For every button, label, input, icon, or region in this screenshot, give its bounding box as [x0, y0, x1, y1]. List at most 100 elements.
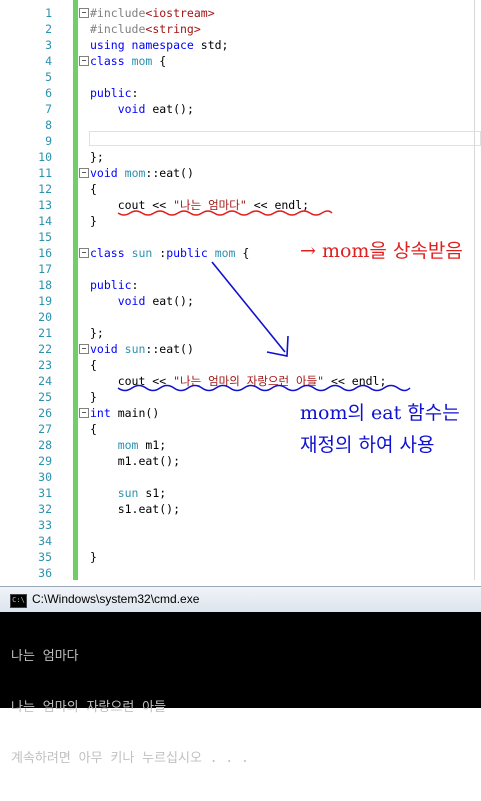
code-token: sun	[124, 342, 146, 356]
code-line[interactable]: 30	[0, 469, 481, 485]
line-number: 35	[38, 550, 52, 564]
console-window[interactable]: C:\ C:\Windows\system32\cmd.exe 나는 엄마다 나…	[0, 586, 481, 766]
line-number: 1	[45, 6, 52, 20]
line-number: 23	[38, 358, 52, 372]
code-line[interactable]: 9	[0, 133, 481, 149]
code-line[interactable]: 8	[0, 117, 481, 133]
code-line[interactable]: 26 − int main()	[0, 405, 481, 421]
code-text: cout << "나는 엄마다" << endl;	[90, 197, 309, 213]
line-number: 24	[38, 374, 52, 388]
code-editor[interactable]: 1− #include<iostream> 2 #include<string> 3 us…	[0, 0, 481, 580]
code-line[interactable]: 12 {	[0, 181, 481, 197]
code-line[interactable]: 13 cout << "나는 엄마다" << endl;	[0, 197, 481, 213]
code-token: {	[90, 422, 97, 436]
code-line[interactable]: 34	[0, 533, 481, 549]
line-number: 21	[38, 326, 52, 340]
code-token: }	[90, 390, 97, 404]
code-token: int	[90, 406, 111, 420]
code-line[interactable]: 3 using namespace std;	[0, 37, 481, 53]
code-line[interactable]: 32 s1.eat();	[0, 501, 481, 517]
code-line[interactable]: 28 mom m1;	[0, 437, 481, 453]
code-line[interactable]: 15	[0, 229, 481, 245]
code-line[interactable]: 31 sun s1;	[0, 485, 481, 501]
code-token: <iostream>	[145, 6, 215, 20]
code-line[interactable]: 29 m1.eat();	[0, 453, 481, 469]
line-number: 34	[38, 534, 52, 548]
code-text: int main()	[90, 405, 159, 421]
code-token: s1.eat();	[90, 502, 181, 516]
line-number: 29	[38, 454, 52, 468]
line-number: 30	[38, 470, 52, 484]
line-number: 3	[45, 38, 52, 52]
line-number: 20	[38, 310, 52, 324]
code-text: }	[90, 213, 97, 229]
fold-toggle-icon[interactable]: −	[79, 8, 89, 18]
code-line[interactable]: 6 public:	[0, 85, 481, 101]
code-line[interactable]: 1 − #include<iostream>	[0, 5, 481, 21]
code-line[interactable]: 33	[0, 517, 481, 533]
code-text: public:	[90, 277, 138, 293]
console-line: 나는 엄마다	[11, 649, 79, 664]
code-token: m1.eat();	[90, 454, 181, 468]
code-token: sun	[131, 246, 153, 260]
fold-toggle-icon[interactable]: −	[79, 168, 89, 178]
line-number: 2	[45, 22, 52, 36]
line-number: 8	[45, 118, 52, 132]
code-line[interactable]: 7 void eat();	[0, 101, 481, 117]
code-token: void	[90, 166, 118, 180]
code-line[interactable]: 27 {	[0, 421, 481, 437]
code-line[interactable]: 10};	[0, 149, 481, 165]
fold-toggle-icon[interactable]: −	[79, 56, 89, 66]
code-line[interactable]: 5	[0, 69, 481, 85]
code-token: {	[235, 246, 250, 260]
code-line[interactable]: 19 void eat();	[0, 293, 481, 309]
code-line[interactable]: 23 {	[0, 357, 481, 373]
console-titlebar[interactable]: C:\ C:\Windows\system32\cmd.exe	[0, 586, 481, 612]
code-token: #include	[90, 22, 146, 36]
code-token: };	[90, 150, 104, 164]
code-text: void eat();	[90, 293, 194, 309]
code-token: }	[90, 214, 97, 228]
line-number: 32	[38, 502, 52, 516]
code-line[interactable]: 36	[0, 565, 481, 580]
code-token: "나는 엄마의 자랑으런 아들"	[173, 374, 325, 388]
code-line[interactable]: 21};	[0, 325, 481, 341]
code-line[interactable]: 17	[0, 261, 481, 277]
code-text: class sun :public mom {	[90, 245, 249, 261]
console-line: 계속하려면 아무 키나 누르십시오 . . .	[11, 751, 249, 766]
code-line[interactable]: 18 public:	[0, 277, 481, 293]
code-line[interactable]: 14}	[0, 213, 481, 229]
code-line[interactable]: 35}	[0, 549, 481, 565]
console-title: C:\Windows\system32\cmd.exe	[32, 592, 200, 606]
code-token: cout <<	[90, 374, 174, 388]
code-text: {	[90, 357, 97, 373]
code-token: << endl;	[246, 198, 310, 212]
code-line[interactable]: 4 − class mom {	[0, 53, 481, 69]
code-line[interactable]: 11 − void mom::eat()	[0, 165, 481, 181]
code-token: using namespace	[90, 38, 194, 52]
fold-toggle-icon[interactable]: −	[79, 408, 89, 418]
code-text: }	[90, 389, 97, 405]
code-token: class	[90, 246, 125, 260]
fold-toggle-icon[interactable]: −	[79, 248, 89, 258]
code-line[interactable]: 24 cout << "나는 엄마의 자랑으런 아들" << endl;	[0, 373, 481, 389]
code-token: }	[90, 550, 97, 564]
code-line[interactable]: 16 − class sun :public mom {	[0, 245, 481, 261]
line-number: 16	[38, 246, 52, 260]
code-text: using namespace std;	[90, 37, 228, 53]
code-line[interactable]: 22 − void sun::eat()	[0, 341, 481, 357]
code-token: :	[131, 278, 139, 292]
line-number: 26	[38, 406, 52, 420]
line-number: 11	[38, 166, 52, 180]
fold-toggle-icon[interactable]: −	[79, 344, 89, 354]
code-line[interactable]: 25}	[0, 389, 481, 405]
line-number: 4	[45, 54, 52, 68]
code-token: mom	[131, 54, 153, 68]
code-token: :	[131, 86, 139, 100]
code-line[interactable]: 2 #include<string>	[0, 21, 481, 37]
code-line[interactable]: 20	[0, 309, 481, 325]
